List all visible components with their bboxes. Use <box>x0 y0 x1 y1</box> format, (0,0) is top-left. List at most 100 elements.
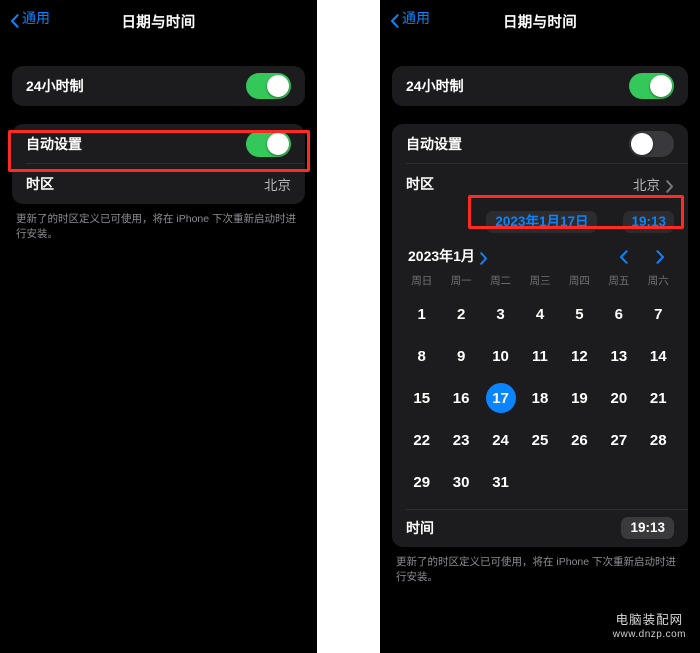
toggle-knob <box>631 133 653 155</box>
toggle-24hour-right[interactable] <box>629 73 674 99</box>
calendar-day-cell[interactable]: 2 <box>441 293 480 335</box>
row-right-right <box>629 73 674 99</box>
row-auto-set-right[interactable]: 自动设置 <box>392 124 688 164</box>
calendar-day-cell[interactable]: 30 <box>441 461 480 503</box>
toggle-24hour-left[interactable] <box>246 73 291 99</box>
calendar-day-number: 30 <box>452 473 470 491</box>
calendar-day-cell[interactable]: 29 <box>402 461 441 503</box>
row-auto-set-left[interactable]: 自动设置 <box>12 124 305 164</box>
calendar-day-cell[interactable]: 3 <box>481 293 520 335</box>
calendar-day-number: 25 <box>531 431 549 449</box>
calendar-day-number <box>643 467 673 497</box>
row-time-right[interactable]: 时间 19:13 <box>392 509 688 547</box>
calendar-day-number: 15 <box>413 389 431 407</box>
calendar-day-cell[interactable]: 25 <box>520 419 559 461</box>
time-picker-button[interactable]: 19:13 <box>623 211 674 233</box>
navigation-bar-left: 通用 日期与时间 <box>0 0 317 42</box>
time-value-field[interactable]: 19:13 <box>621 517 674 539</box>
card-hour24-right: 24小时制 <box>392 66 688 106</box>
calendar-day-empty <box>560 461 599 503</box>
row-timezone-left[interactable]: 时区 北京 <box>12 164 305 204</box>
calendar-month-label: 2023年1月 <box>408 248 475 264</box>
calendar-day-cell[interactable]: 15 <box>402 377 441 419</box>
calendar-day-cell[interactable]: 23 <box>441 419 480 461</box>
calendar-day-number: 27 <box>610 431 628 449</box>
calendar-day-cell[interactable]: 28 <box>639 419 678 461</box>
calendar-day-cell[interactable]: 19 <box>560 377 599 419</box>
calendar-weekday-label: 周三 <box>529 275 551 287</box>
calendar-prev-month-button[interactable] <box>618 249 629 264</box>
calendar-week-row: 8 9 10 11 12 13 14 <box>402 335 678 377</box>
calendar-day-number: 4 <box>535 305 545 323</box>
calendar-day-cell[interactable]: 9 <box>441 335 480 377</box>
calendar-day-number: 29 <box>413 473 431 491</box>
calendar-nav <box>618 249 672 264</box>
calendar-day-cell[interactable]: 26 <box>560 419 599 461</box>
calendar-widget: 2023年1月 周日 周一 周二 周三 周四 周五 周六 1 2 3 4 5 6… <box>392 240 688 509</box>
calendar-day-cell[interactable]: 4 <box>520 293 559 335</box>
calendar-day-number: 20 <box>610 389 628 407</box>
calendar-day-empty <box>599 461 638 503</box>
calendar-day-cell[interactable]: 16 <box>441 377 480 419</box>
calendar-day-cell[interactable]: 6 <box>599 293 638 335</box>
calendar-month-button[interactable]: 2023年1月 <box>408 246 488 266</box>
row-timezone-value-left: 北京 <box>264 178 291 193</box>
row-24hour-label-right: 24小时制 <box>406 78 464 94</box>
calendar-day-cell[interactable]: 18 <box>520 377 559 419</box>
calendar-day-cell[interactable]: 22 <box>402 419 441 461</box>
calendar-day-number: 13 <box>610 347 628 365</box>
row-auto-set-label-right: 自动设置 <box>406 136 462 152</box>
calendar-day-cell[interactable]: 24 <box>481 419 520 461</box>
calendar-day-cell[interactable]: 7 <box>639 293 678 335</box>
calendar-day-cell[interactable]: 21 <box>639 377 678 419</box>
calendar-day-number: 26 <box>571 431 588 449</box>
calendar-next-month-button[interactable] <box>655 249 666 264</box>
row-auto-set-label-left: 自动设置 <box>26 136 82 152</box>
calendar-weekday-label: 周一 <box>450 275 472 287</box>
calendar-day-number: 19 <box>571 389 588 407</box>
calendar-day-number <box>525 467 555 497</box>
calendar-day-number: 1 <box>417 305 426 323</box>
row-timezone-right[interactable]: 时区 北京 <box>392 164 688 204</box>
calendar-day-number: 7 <box>654 305 663 323</box>
calendar-day-number: 5 <box>575 305 584 323</box>
row-timezone-value-wrap: 北京 <box>633 174 674 194</box>
row-right-left <box>246 73 291 99</box>
toggle-auto-set-right[interactable] <box>629 131 674 157</box>
navigation-bar-right: 通用 日期与时间 <box>380 0 700 42</box>
calendar-day-cell[interactable]: 8 <box>402 335 441 377</box>
calendar-weekday-label: 周六 <box>647 275 669 287</box>
card-hour24-left: 24小时制 <box>12 66 305 106</box>
calendar-day-cell[interactable]: 17 <box>481 377 520 419</box>
calendar-day-empty <box>639 461 678 503</box>
calendar-day-cell[interactable]: 27 <box>599 419 638 461</box>
calendar-week-row: 22 23 24 25 26 27 28 <box>402 419 678 461</box>
calendar-day-cell[interactable]: 5 <box>560 293 599 335</box>
calendar-day-number: 23 <box>452 431 470 449</box>
phone-screen-right: 通用 日期与时间 24小时制 自动设置 时区 北京 2023年1月17日 19:… <box>380 0 700 653</box>
calendar-week-row: 29 30 31 <box>402 461 678 503</box>
calendar-day-cell[interactable]: 31 <box>481 461 520 503</box>
calendar-day-cell[interactable]: 11 <box>520 335 559 377</box>
date-picker-button[interactable]: 2023年1月17日 <box>486 211 598 233</box>
calendar-weekday-header: 周日 周一 周二 周三 周四 周五 周六 <box>402 270 678 293</box>
calendar-day-cell[interactable]: 1 <box>402 293 441 335</box>
calendar-day-number: 8 <box>417 347 426 365</box>
calendar-day-cell[interactable]: 12 <box>560 335 599 377</box>
row-24hour-left[interactable]: 24小时制 <box>12 66 305 106</box>
calendar-day-cell[interactable]: 10 <box>481 335 520 377</box>
toggle-auto-set-left[interactable] <box>246 131 291 157</box>
toggle-knob <box>267 133 289 155</box>
row-time-label: 时间 <box>406 520 434 536</box>
row-24hour-right[interactable]: 24小时制 <box>392 66 688 106</box>
row-24hour-label-left: 24小时制 <box>26 78 84 94</box>
card-auto-left: 自动设置 时区 北京 <box>12 124 305 204</box>
calendar-day-cell[interactable]: 13 <box>599 335 638 377</box>
calendar-day-cell[interactable]: 14 <box>639 335 678 377</box>
calendar-day-cell[interactable]: 20 <box>599 377 638 419</box>
calendar-day-number: 6 <box>614 305 624 323</box>
calendar-day-number: 31 <box>492 473 509 491</box>
phone-screen-left: 通用 日期与时间 24小时制 自动设置 时区 北京 更新了的时区定义已可使用，将… <box>0 0 317 653</box>
